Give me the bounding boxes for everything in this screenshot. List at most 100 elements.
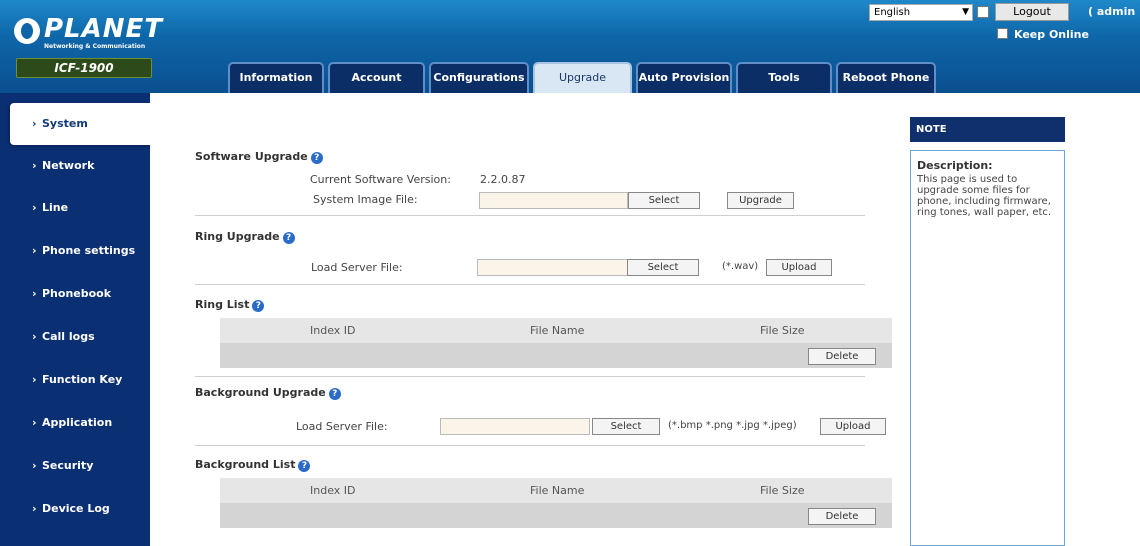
- column-file-name: File Name: [530, 484, 585, 497]
- ring-load-label: Load Server File:: [311, 261, 403, 274]
- current-version-value: 2.2.0.87: [480, 173, 526, 186]
- select-ring-button[interactable]: Select: [627, 259, 699, 276]
- section-title: Background Upgrade: [195, 386, 326, 399]
- upgrade-content: Software Upgrade? Current Software Versi…: [150, 93, 910, 546]
- column-index-id: Index ID: [310, 484, 356, 497]
- logo-text: PLANET: [44, 14, 164, 44]
- planet-logo: PLANET Networking & Communication: [14, 14, 162, 54]
- chevron-right-icon: ›: [32, 330, 37, 343]
- help-icon[interactable]: ?: [282, 232, 295, 244]
- keep-online-option[interactable]: Keep Online: [997, 28, 1089, 41]
- delete-background-button[interactable]: Delete: [808, 508, 876, 525]
- upload-background-button[interactable]: Upload: [820, 418, 886, 435]
- sidebar-item-line[interactable]: › Line: [0, 187, 150, 229]
- main-tabs: Information Account Configurations Upgra…: [228, 62, 936, 93]
- sidebar-item-application[interactable]: › Application: [0, 402, 150, 444]
- sidebar-item-system[interactable]: › System: [10, 103, 150, 145]
- column-file-size: File Size: [760, 484, 805, 497]
- keep-online-label: Keep Online: [1014, 28, 1089, 41]
- chevron-right-icon: ›: [32, 287, 37, 300]
- sidebar-item-label: Phonebook: [42, 287, 112, 300]
- keep-online-checkbox[interactable]: [997, 28, 1008, 39]
- sidebar-item-label: System: [42, 117, 88, 130]
- tab-account[interactable]: Account: [328, 62, 425, 93]
- help-icon[interactable]: ?: [298, 460, 311, 472]
- select-image-button[interactable]: Select: [628, 192, 700, 209]
- sidebar-item-label: Function Key: [42, 373, 123, 386]
- ring-list-heading: Ring List?: [195, 298, 265, 312]
- chevron-right-icon: ›: [32, 416, 37, 429]
- help-icon[interactable]: ?: [328, 388, 341, 400]
- tab-information[interactable]: Information: [228, 62, 324, 93]
- current-version-label: Current Software Version:: [310, 173, 451, 186]
- language-checkbox[interactable]: [977, 6, 989, 18]
- section-title: Ring List: [195, 298, 250, 311]
- background-list-heading: Background List?: [195, 458, 311, 472]
- ring-file-hint: (*.wav): [722, 261, 759, 272]
- sidebar-item-label: Network: [42, 159, 95, 172]
- divider: [195, 215, 865, 216]
- sidebar-item-label: Call logs: [42, 330, 95, 343]
- help-icon[interactable]: ?: [310, 152, 323, 164]
- sidebar-item-phone-settings[interactable]: › Phone settings: [0, 230, 150, 272]
- background-file-hint: (*.bmp *.png *.jpg *.jpeg): [668, 420, 797, 431]
- column-file-name: File Name: [530, 324, 585, 337]
- upgrade-button[interactable]: Upgrade: [727, 192, 794, 209]
- sidebar-item-label: Phone settings: [42, 244, 136, 257]
- model-name: ICF-1900: [16, 58, 152, 78]
- user-label: ( admin ): [1088, 5, 1140, 18]
- language-value: English: [874, 7, 911, 18]
- sidebar-item-label: Application: [42, 416, 113, 429]
- logo-subtitle: Networking & Communication: [44, 43, 146, 50]
- column-file-size: File Size: [760, 324, 805, 337]
- sidebar-item-network[interactable]: › Network: [0, 145, 150, 187]
- chevron-right-icon: ›: [32, 459, 37, 472]
- chevron-right-icon: ›: [32, 201, 37, 214]
- note-header: NOTE: [910, 117, 1065, 142]
- sidebar-item-security[interactable]: › Security: [0, 445, 150, 487]
- top-header: PLANET Networking & Communication ICF-19…: [0, 0, 1140, 93]
- section-title: Background List: [195, 458, 296, 471]
- logo-mark-icon: [14, 18, 40, 44]
- section-title: Ring Upgrade: [195, 230, 280, 243]
- divider: [195, 445, 865, 446]
- chevron-right-icon: ›: [32, 117, 37, 130]
- ring-file-input[interactable]: [477, 259, 628, 276]
- chevron-down-icon: ▼: [962, 7, 969, 17]
- ring-list-header: Index ID File Name File Size: [220, 318, 892, 343]
- language-select[interactable]: English ▼: [869, 4, 973, 21]
- logout-button[interactable]: Logout: [995, 3, 1069, 21]
- tab-tools[interactable]: Tools: [736, 62, 832, 93]
- help-icon[interactable]: ?: [252, 300, 265, 312]
- ring-list-row: Delete: [220, 343, 892, 368]
- chevron-right-icon: ›: [32, 244, 37, 257]
- tab-reboot-phone[interactable]: Reboot Phone: [836, 62, 936, 93]
- tab-auto-provision[interactable]: Auto Provision: [636, 62, 732, 93]
- upload-ring-button[interactable]: Upload: [766, 259, 832, 276]
- sidebar-item-call-logs[interactable]: › Call logs: [0, 316, 150, 358]
- note-title: Description:: [917, 159, 993, 172]
- tab-upgrade[interactable]: Upgrade: [533, 62, 632, 93]
- chevron-right-icon: ›: [32, 159, 37, 172]
- note-panel: Description: This page is used to upgrad…: [910, 150, 1065, 546]
- divider: [195, 284, 865, 285]
- sidebar: › System › Network › Line › Phone settings ›…: [0, 93, 150, 546]
- note-text: This page is used to upgrade some files …: [917, 174, 1052, 218]
- sidebar-item-label: Device Log: [42, 502, 110, 515]
- delete-ring-button[interactable]: Delete: [808, 348, 876, 365]
- tab-configurations[interactable]: Configurations: [429, 62, 529, 93]
- system-image-file-input[interactable]: [479, 192, 628, 209]
- sidebar-item-device-log[interactable]: › Device Log: [0, 488, 150, 530]
- ring-upgrade-heading: Ring Upgrade?: [195, 230, 295, 244]
- sidebar-item-label: Line: [42, 201, 69, 214]
- chevron-right-icon: ›: [32, 373, 37, 386]
- background-file-input[interactable]: [440, 418, 590, 435]
- chevron-right-icon: ›: [32, 502, 37, 515]
- background-list-row: Delete: [220, 503, 892, 528]
- section-title: Software Upgrade: [195, 150, 308, 163]
- sidebar-item-function-key[interactable]: › Function Key: [0, 359, 150, 401]
- software-upgrade-heading: Software Upgrade?: [195, 150, 323, 164]
- background-list-header: Index ID File Name File Size: [220, 478, 892, 503]
- sidebar-item-phonebook[interactable]: › Phonebook: [0, 273, 150, 315]
- select-background-button[interactable]: Select: [592, 418, 660, 435]
